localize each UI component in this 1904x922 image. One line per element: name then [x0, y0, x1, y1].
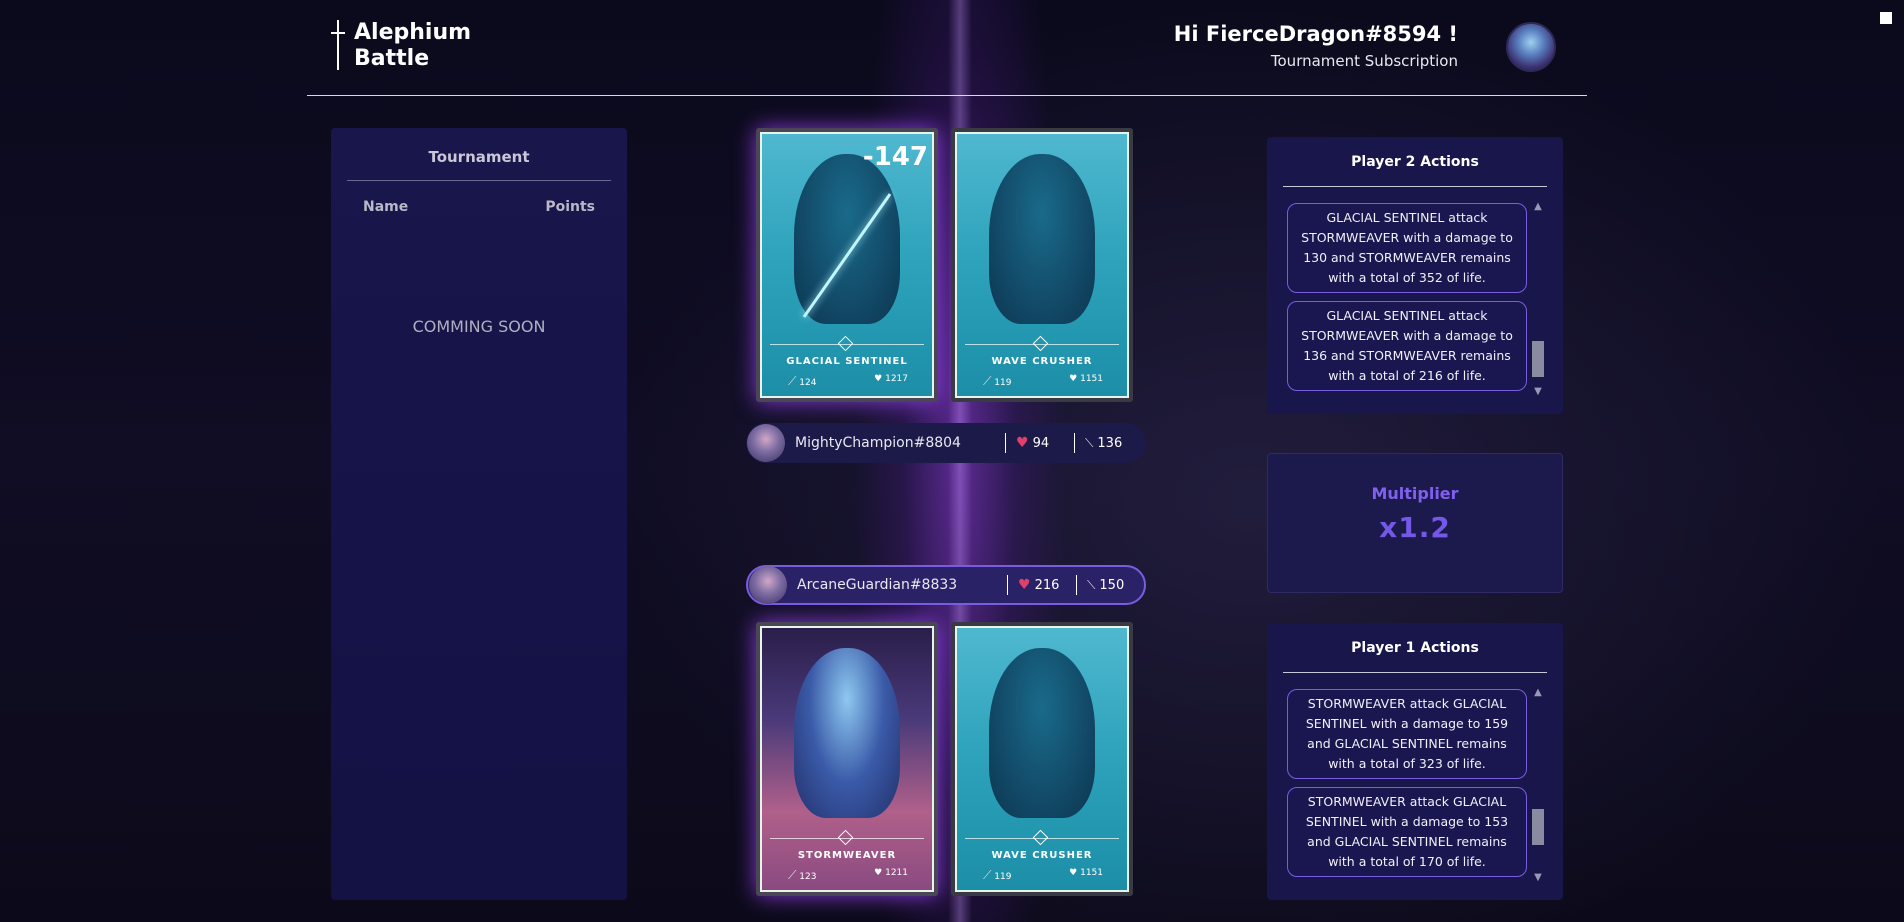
- scroll-down-icon: ▼: [1534, 872, 1542, 883]
- heart-icon: ♥: [1069, 868, 1078, 878]
- user-avatar[interactable]: [1506, 22, 1556, 72]
- action-item: STORMWEAVER attack GLACIAL SENTINEL with…: [1287, 787, 1527, 877]
- tournament-header-row: Name Points: [331, 181, 627, 215]
- player2-actions-list[interactable]: GLACIAL SENTINEL attack STORMWEAVER with…: [1287, 203, 1527, 399]
- tournament-subscription-link[interactable]: Tournament Subscription: [1174, 52, 1458, 70]
- sword-icon: ⟋: [983, 374, 992, 388]
- scroll-up-icon: ▲: [1534, 687, 1542, 698]
- damage-popup: -147: [862, 142, 928, 172]
- action-item: GLACIAL SENTINEL attack STORMWEAVER with…: [1287, 301, 1527, 391]
- opponent-card-2[interactable]: WAVE CRUSHER ⟋ 119 ♥ 1151: [951, 128, 1133, 402]
- heart-icon: ♥: [1016, 435, 1029, 451]
- app-logo[interactable]: Alephium Battle: [330, 20, 471, 72]
- player-card-1[interactable]: STORMWEAVER ⟋ 123 ♥ 1211: [756, 622, 938, 896]
- card-name: WAVE CRUSHER: [991, 356, 1093, 367]
- glacial-sentinel-art: [794, 154, 900, 324]
- stormweaver-art: [794, 648, 900, 818]
- logo-line-1: Alephium: [354, 20, 472, 45]
- opponent-card-1[interactable]: -147 GLACIAL SENTINEL ⟋ 124 ♥ 1217: [756, 128, 938, 402]
- heart-icon: ♥: [1069, 374, 1078, 384]
- logo-text: Alephium Battle: [354, 20, 471, 72]
- multiplier-label: Multiplier: [1371, 484, 1459, 503]
- scroll-down-icon: ▼: [1534, 386, 1542, 397]
- opponent-life: ♥ 94: [1016, 435, 1050, 451]
- diamond-icon: [837, 829, 854, 846]
- scroll-up-icon: ▲: [1534, 201, 1542, 212]
- player-avatar: [749, 566, 787, 604]
- card-life: ♥ 1151: [1069, 374, 1103, 384]
- column-name: Name: [363, 199, 409, 215]
- wave-crusher-art: [989, 154, 1095, 324]
- diamond-icon: [1032, 829, 1049, 846]
- card-life: ♥ 1211: [874, 868, 908, 878]
- opponent-name: MightyChampion#8804: [795, 435, 961, 451]
- player-card-2[interactable]: WAVE CRUSHER ⟋ 119 ♥ 1151: [951, 622, 1133, 896]
- sword-icon: ⟍: [1085, 435, 1094, 450]
- player2-actions-title: Player 2 Actions: [1351, 154, 1479, 170]
- card-life: ♥ 1151: [1069, 868, 1103, 878]
- sword-icon: ⟋: [788, 868, 797, 882]
- heart-icon: ♥: [874, 374, 883, 384]
- player1-actions-panel: Player 1 Actions STORMWEAVER attack GLAC…: [1267, 623, 1563, 900]
- opponent-avatar: [747, 424, 785, 462]
- wave-crusher-art: [989, 648, 1095, 818]
- card-attack: ⟋ 119: [983, 868, 1012, 882]
- corner-square-icon: [1880, 12, 1892, 24]
- card-name: STORMWEAVER: [797, 850, 897, 861]
- column-points: Points: [545, 199, 595, 215]
- card-name: WAVE CRUSHER: [991, 850, 1093, 861]
- multiplier-panel: Multiplier x1.2: [1267, 453, 1563, 593]
- tournament-panel: Tournament Name Points COMMING SOON: [331, 128, 627, 900]
- player-name: ArcaneGuardian#8833: [797, 577, 958, 593]
- sword-icon: ⟋: [788, 374, 797, 388]
- user-greeting: Hi FierceDragon#8594 ! Tournament Subscr…: [1174, 22, 1458, 70]
- player2-actions-panel: Player 2 Actions GLACIAL SENTINEL attack…: [1267, 137, 1563, 414]
- action-item: GLACIAL SENTINEL attack STORMWEAVER with…: [1287, 203, 1527, 293]
- greeting-text: Hi FierceDragon#8594 !: [1173, 22, 1458, 46]
- card-name: GLACIAL SENTINEL: [786, 356, 908, 367]
- player-attack: ⟍ 150: [1087, 577, 1125, 593]
- player1-actions-list[interactable]: STORMWEAVER attack GLACIAL SENTINEL with…: [1287, 689, 1527, 885]
- sword-icon: ⟋: [983, 868, 992, 882]
- card-attack: ⟋ 124: [788, 374, 817, 388]
- card-attack: ⟋ 119: [983, 374, 1012, 388]
- opponent-attack: ⟍ 136: [1085, 435, 1123, 451]
- tournament-status: COMMING SOON: [412, 317, 546, 336]
- header-divider: [307, 95, 1587, 96]
- sword-logo-icon: [330, 20, 346, 72]
- sword-icon: ⟍: [1087, 577, 1096, 592]
- player-life: ♥ 216: [1018, 577, 1060, 593]
- player-bar: ArcaneGuardian#8833 ♥ 216 ⟍ 150: [746, 565, 1146, 605]
- diamond-icon: [1032, 335, 1049, 352]
- tournament-title: Tournament: [428, 148, 530, 166]
- player2-actions-scrollbar[interactable]: ▲ ▼: [1531, 201, 1545, 397]
- action-item: STORMWEAVER attack GLACIAL SENTINEL with…: [1287, 689, 1527, 779]
- opponent-player-bar: MightyChampion#8804 ♥ 94 ⟍ 136: [746, 423, 1146, 463]
- player1-actions-scrollbar[interactable]: ▲ ▼: [1531, 687, 1545, 883]
- diamond-icon: [837, 335, 854, 352]
- player1-actions-title: Player 1 Actions: [1351, 640, 1479, 656]
- card-life: ♥ 1217: [874, 374, 908, 384]
- logo-line-2: Battle: [354, 46, 430, 71]
- multiplier-value: x1.2: [1379, 511, 1451, 544]
- card-attack: ⟋ 123: [788, 868, 817, 882]
- heart-icon: ♥: [1018, 577, 1031, 593]
- heart-icon: ♥: [874, 868, 883, 878]
